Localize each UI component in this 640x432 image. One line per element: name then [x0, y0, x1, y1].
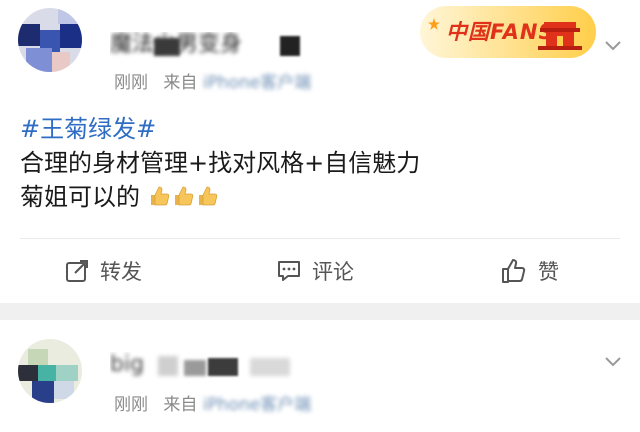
username[interactable]: 魔法少男变身: [110, 32, 310, 60]
comment-label: 评论: [312, 260, 354, 284]
star-icon: [428, 18, 440, 30]
like-label: 赞: [538, 260, 559, 284]
repost-icon: [66, 260, 88, 282]
post-line: 合理的身材管理+找对风格+自信魅力: [20, 149, 421, 177]
post-line-emoji: 菊姐可以的: [20, 180, 620, 214]
post-meta: 刚刚 来自 iPhone客户端: [114, 394, 311, 416]
comment-icon: [278, 261, 300, 281]
chevron-down-icon[interactable]: [602, 350, 624, 372]
username[interactable]: big: [110, 352, 310, 380]
post-meta: 刚刚 来自 iPhone客户端: [114, 72, 311, 94]
comment-button[interactable]: 评论: [276, 256, 354, 286]
source-prefix: 来自: [163, 73, 198, 93]
post-source[interactable]: iPhone客户端: [203, 395, 311, 415]
hashtag-link[interactable]: #王菊绿发#: [20, 112, 620, 146]
weibo-post-card: 魔法少男变身 刚刚 来自 iPhone客户端 中国FANS #王菊绿发# 合理的…: [0, 0, 640, 303]
post-time: 刚刚: [114, 73, 148, 93]
gate-icon: [538, 22, 582, 50]
post-line: 菊姐可以的: [20, 183, 140, 211]
post-time: 刚刚: [114, 395, 148, 415]
fans-badge: 中国FANS: [420, 6, 596, 58]
avatar[interactable]: [18, 339, 82, 403]
chevron-down-icon[interactable]: [602, 34, 624, 56]
thumbs-up-icon: [198, 186, 217, 206]
post-text: #王菊绿发# 合理的身材管理+找对风格+自信魅力 菊姐可以的: [20, 112, 620, 214]
thumbs-up-icon: [150, 186, 169, 206]
post-source[interactable]: iPhone客户端: [203, 73, 311, 93]
repost-label: 转发: [100, 260, 142, 284]
avatar[interactable]: [18, 8, 82, 72]
source-prefix: 来自: [163, 395, 198, 415]
repost-button[interactable]: 转发: [64, 256, 142, 286]
like-button[interactable]: 赞: [500, 256, 559, 286]
weibo-post-card: [0, 320, 640, 432]
thumbs-up-icon: [174, 186, 193, 206]
thumbs-up-outline-icon: [502, 259, 526, 283]
divider: [20, 238, 620, 239]
